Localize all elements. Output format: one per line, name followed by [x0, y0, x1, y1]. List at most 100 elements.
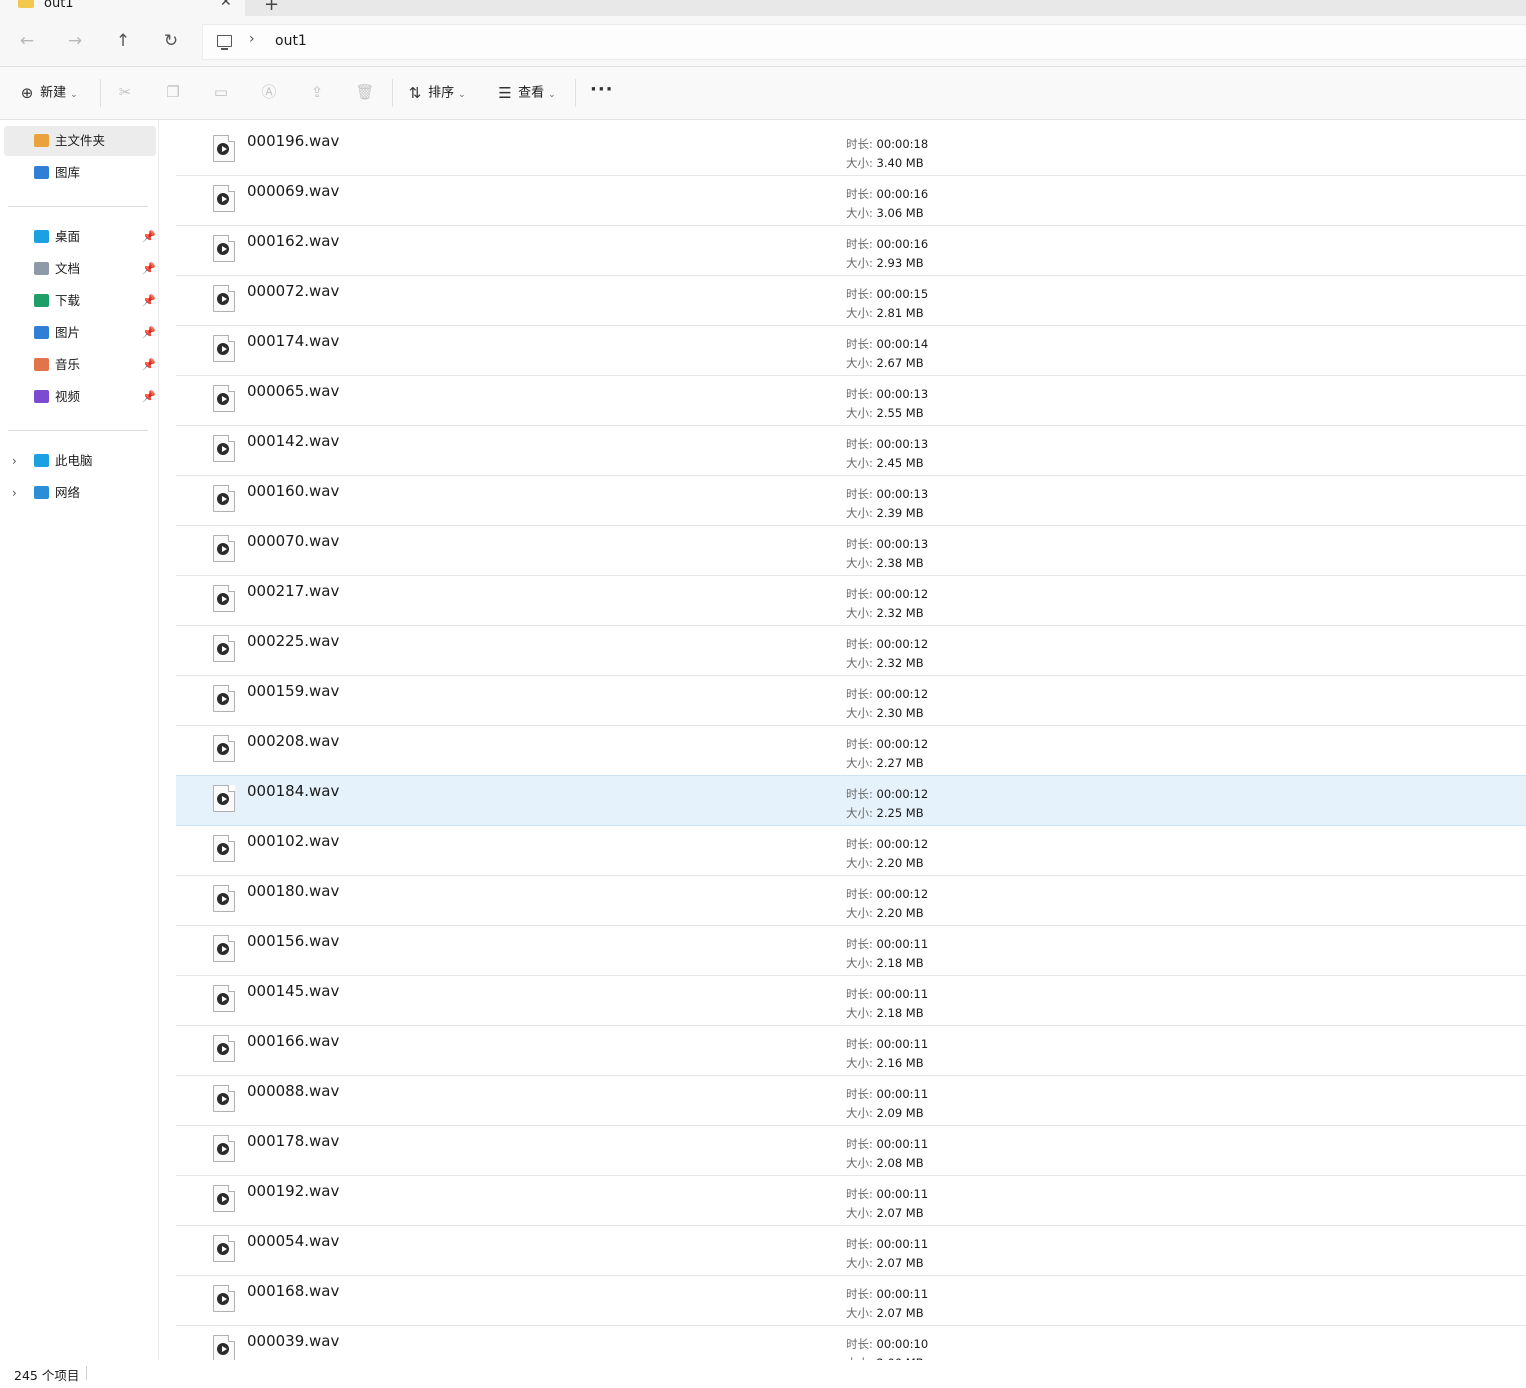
tab-out1[interactable]: out1 ✕: [0, 0, 245, 16]
forward-button[interactable]: →: [64, 30, 86, 52]
sidebar-item-label: 网络: [55, 485, 81, 500]
pin-icon[interactable]: 📌: [142, 350, 156, 380]
music-icon: [34, 358, 49, 371]
file-row[interactable]: 000160.wav 时长: 00:00:13 大小: 2.39 MB: [176, 476, 1526, 526]
copy-icon[interactable]: ❐: [163, 81, 183, 103]
play-icon: [217, 1093, 229, 1105]
share-icon[interactable]: ⇪: [307, 81, 327, 103]
play-icon: [217, 493, 229, 505]
pin-icon[interactable]: 📌: [142, 254, 156, 284]
sidebar-item-home[interactable]: 主文件夹: [4, 126, 156, 156]
duration-line: 时长: 00:00:12: [846, 835, 928, 854]
close-tab-icon[interactable]: ✕: [220, 0, 232, 10]
file-row[interactable]: 000174.wav 时长: 00:00:14 大小: 2.67 MB: [176, 326, 1526, 376]
file-meta: 时长: 00:00:13 大小: 2.38 MB: [846, 535, 928, 573]
sidebar-item-desktop[interactable]: 桌面 📌: [4, 222, 156, 252]
file-row[interactable]: 000102.wav 时长: 00:00:12 大小: 2.20 MB: [176, 826, 1526, 876]
file-row[interactable]: 000217.wav 时长: 00:00:12 大小: 2.32 MB: [176, 576, 1526, 626]
size-line: 大小: 3.40 MB: [846, 154, 928, 173]
sidebar-item-download[interactable]: 下载 📌: [4, 286, 156, 316]
sidebar-item-network[interactable]: › 网络: [4, 478, 156, 508]
size-key: 大小:: [846, 206, 873, 220]
file-row[interactable]: 000178.wav 时长: 00:00:11 大小: 2.08 MB: [176, 1126, 1526, 1176]
file-row[interactable]: 000208.wav 时长: 00:00:12 大小: 2.27 MB: [176, 726, 1526, 776]
sidebar-item-videos[interactable]: 视频 📌: [4, 382, 156, 412]
sidebar-item-documents[interactable]: 文档 📌: [4, 254, 156, 284]
paste-icon[interactable]: ▭: [211, 81, 231, 103]
refresh-button[interactable]: ↻: [160, 30, 182, 52]
file-row[interactable]: 000184.wav 时长: 00:00:12 大小: 2.25 MB: [176, 775, 1526, 826]
size-value: 3.40 MB: [876, 156, 924, 170]
duration-key: 时长:: [846, 787, 873, 801]
duration-key: 时长:: [846, 1087, 873, 1101]
pin-icon[interactable]: 📌: [142, 318, 156, 348]
file-row[interactable]: 000072.wav 时长: 00:00:15 大小: 2.81 MB: [176, 276, 1526, 326]
file-row[interactable]: 000039.wav 时长: 00:00:10大小: 2.00 MB: [176, 1326, 1526, 1362]
file-meta: 时长: 00:00:15 大小: 2.81 MB: [846, 285, 928, 323]
file-row[interactable]: 000142.wav 时长: 00:00:13 大小: 2.45 MB: [176, 426, 1526, 476]
sort-label: 排序: [428, 85, 455, 101]
pin-icon[interactable]: 📌: [142, 286, 156, 316]
rename-icon[interactable]: Ⓐ: [259, 81, 279, 103]
size-key: 大小:: [846, 556, 873, 570]
more-options-button[interactable]: ···: [590, 79, 614, 100]
home-icon: [34, 134, 49, 147]
sidebar-item-music[interactable]: 音乐 📌: [4, 350, 156, 380]
sidebar-item-this-pc[interactable]: › 此电脑: [4, 446, 156, 476]
address-bar[interactable]: › out1: [202, 24, 1526, 60]
file-row[interactable]: 000162.wav 时长: 00:00:16 大小: 2.93 MB: [176, 226, 1526, 276]
file-meta: 时长: 00:00:12 大小: 2.32 MB: [846, 635, 928, 673]
chevron-right-icon[interactable]: ›: [12, 478, 17, 508]
toolbar-divider: [575, 79, 576, 107]
pin-icon[interactable]: 📌: [142, 222, 156, 252]
file-row[interactable]: 000070.wav 时长: 00:00:13 大小: 2.38 MB: [176, 526, 1526, 576]
up-button[interactable]: ↑: [112, 30, 134, 52]
duration-line: 时长: 00:00:13: [846, 485, 928, 504]
chevron-down-icon: ⌄: [458, 89, 466, 100]
file-row[interactable]: 000054.wav 时长: 00:00:11 大小: 2.07 MB: [176, 1226, 1526, 1276]
this-pc-icon[interactable]: [217, 35, 232, 50]
sort-button[interactable]: ⇅ 排序 ⌄: [406, 81, 466, 105]
file-row[interactable]: 000156.wav 时长: 00:00:11 大小: 2.18 MB: [176, 926, 1526, 976]
file-row[interactable]: 000225.wav 时长: 00:00:12 大小: 2.32 MB: [176, 626, 1526, 676]
sidebar-item-gallery[interactable]: 图库: [4, 158, 156, 188]
duration-line: 时长: 00:00:13: [846, 535, 928, 554]
duration-line: 时长: 00:00:10: [846, 1335, 928, 1354]
file-row[interactable]: 000069.wav 时长: 00:00:16 大小: 3.06 MB: [176, 176, 1526, 226]
network-icon: [34, 486, 49, 499]
audio-file-icon: [213, 135, 235, 162]
chevron-right-icon[interactable]: ›: [12, 446, 17, 476]
size-key: 大小:: [846, 1306, 873, 1320]
file-row[interactable]: 000166.wav 时长: 00:00:11 大小: 2.16 MB: [176, 1026, 1526, 1076]
pin-icon[interactable]: 📌: [142, 382, 156, 412]
new-tab-button[interactable]: +: [264, 0, 279, 15]
play-icon: [217, 693, 229, 705]
back-button[interactable]: ←: [16, 30, 38, 52]
new-button[interactable]: ⊕ 新建 ⌄: [18, 81, 78, 105]
file-row[interactable]: 000065.wav 时长: 00:00:13 大小: 2.55 MB: [176, 376, 1526, 426]
duration-key: 时长:: [846, 387, 873, 401]
file-row[interactable]: 000145.wav 时长: 00:00:11 大小: 2.18 MB: [176, 976, 1526, 1026]
file-name: 000039.wav: [247, 1332, 340, 1350]
delete-icon[interactable]: 🗑: [355, 81, 375, 103]
duration-value: 00:00:12: [876, 587, 929, 601]
file-row[interactable]: 000088.wav 时长: 00:00:11 大小: 2.09 MB: [176, 1076, 1526, 1126]
duration-value: 00:00:11: [876, 1087, 929, 1101]
breadcrumb-out1[interactable]: out1: [275, 33, 307, 49]
file-row[interactable]: 000196.wav 时长: 00:00:18 大小: 3.40 MB: [176, 126, 1526, 176]
breadcrumb-chevron-icon[interactable]: ›: [249, 31, 255, 47]
file-row[interactable]: 000159.wav 时长: 00:00:12 大小: 2.30 MB: [176, 676, 1526, 726]
size-line: 大小: 2.07 MB: [846, 1254, 928, 1273]
file-row[interactable]: 000168.wav 时长: 00:00:11 大小: 2.07 MB: [176, 1276, 1526, 1326]
sidebar-item-pictures[interactable]: 图片 📌: [4, 318, 156, 348]
cut-icon[interactable]: ✂: [115, 81, 135, 103]
play-icon: [217, 543, 229, 555]
duration-value: 00:00:11: [876, 1037, 929, 1051]
audio-file-icon: [213, 635, 235, 662]
audio-file-icon: [213, 735, 235, 762]
sidebar-item-label: 主文件夹: [55, 133, 106, 148]
file-row[interactable]: 000192.wav 时长: 00:00:11 大小: 2.07 MB: [176, 1176, 1526, 1226]
audio-file-icon: [213, 185, 235, 212]
view-button[interactable]: ☰ 查看 ⌄: [496, 81, 555, 105]
file-row[interactable]: 000180.wav 时长: 00:00:12 大小: 2.20 MB: [176, 876, 1526, 926]
